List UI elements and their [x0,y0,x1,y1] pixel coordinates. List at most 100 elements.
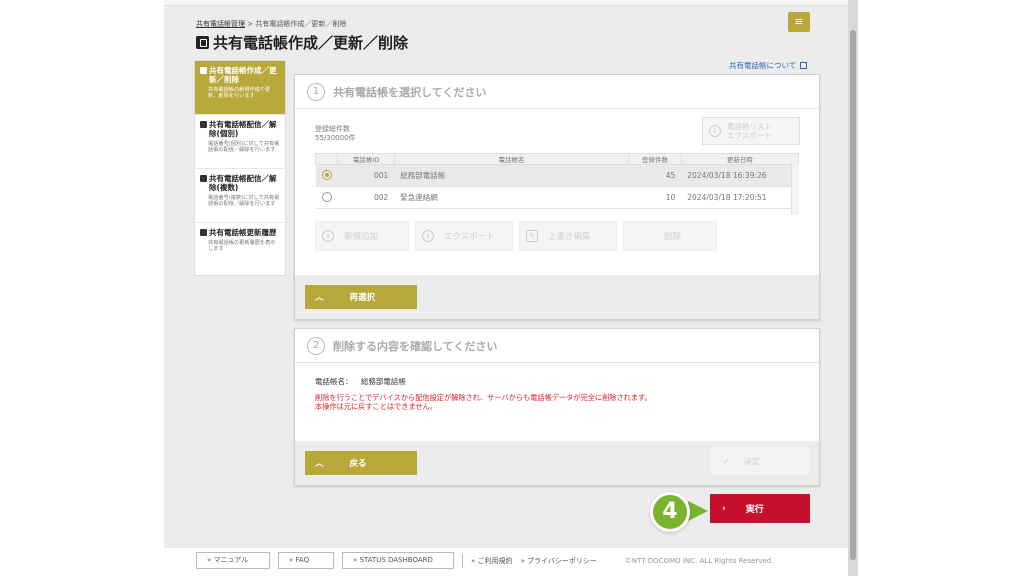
step1-header: 1 共有電話帳を選択してください [295,75,819,109]
privacy-link[interactable]: » プライバシーポリシー [521,556,597,566]
phonebook-name-value: 総務部電話帳 [360,377,406,386]
reselect-button[interactable]: ︿ 再選択 [305,285,417,309]
table-header-select [314,153,339,165]
delete-warning-line1: 削除を行うことでデバイスから配信設定が解除され、サーバからも電話帳データが完全に… [315,393,652,402]
scrollbar-thumb[interactable] [850,30,856,560]
sidebar-item-distribute-single[interactable]: 共有電話帳配信／解除(個別) 電話番号(個別)に対して共有電話帳の配信／解除を行… [195,115,285,169]
phonebook-name-label: 電話帳名： [315,377,353,386]
sidebar-item-create-update-delete[interactable]: 共有電話帳作成／更新／削除 共有電話帳の新規作成や更新、削除を行います [195,61,285,115]
step1-footer: ︿ 再選択 [295,275,819,319]
menu-button[interactable]: ≡ [788,12,810,32]
sidebar-item-desc: 共有電話帳の新規作成や更新、削除を行います [208,87,271,100]
sidebar-item-history[interactable]: 共有電話帳更新履歴 共有電話帳の更新履歴を表示します [195,223,285,277]
step-number: 2 [307,336,325,355]
export-label: エクスポート [444,232,495,242]
export-list-label-2: エクスポート [727,131,772,140]
total-count-label: 登録総件数 [315,125,350,133]
reselect-label: 再選択 [349,293,376,303]
overwrite-edit-button[interactable]: ✎ 上書き編集 [519,221,617,251]
page-title: 共有電話帳作成／更新／削除 [196,32,408,53]
chevron-up-icon: ︿ [315,293,324,303]
status-dashboard-link[interactable]: » STATUS DASHBOARD [342,552,454,569]
page-scrollbar[interactable] [848,0,858,576]
step1-card: 1 共有電話帳を選択してください 登録総件数 55/30000件 ↓ 電話帳リス… [294,74,820,320]
step2-card: 2 削除する内容を確認してください 電話帳名： 総務部電話帳 削除を行うことでデ… [294,328,820,486]
manual-label: マニュアル [213,556,249,564]
row-id: 001 [337,164,395,187]
row-count: 10 [628,186,682,209]
table-header-count: 登録件数 [628,153,682,165]
step-badge: 4 [650,492,690,532]
chevron-right-icon: › [722,503,726,514]
row-id: 002 [337,186,395,209]
total-count-value: 55/30000件 [315,134,356,142]
row-count: 45 [628,164,682,187]
about-phonebook-link[interactable]: 共有電話帳について [729,60,808,71]
table-row[interactable]: 002 緊急連絡網 10 2024/03/18 17:20:51 [315,186,799,209]
phonebook-icon [200,229,207,236]
copyright: ©NTT DOCOMO INC. ALL Rights Reserved. [624,556,774,565]
export-button[interactable]: ↓ エクスポート [415,221,513,251]
sidebar-item-distribute-multiple[interactable]: 共有電話帳配信／解除(複数) 電話番号(複数)に対して共有電話帳の配信／解除を行… [195,169,285,223]
delete-button[interactable]: 削除 [623,221,717,251]
action-buttons: + 新規追加 ↓ エクスポート ✎ 上書き編集 削除 [315,221,717,251]
breadcrumb-separator: > [245,20,256,28]
phonebook-icon [200,67,207,74]
top-bar [164,0,848,6]
delete-warning-line2: 本操作は元に戻すことはできません。 [315,402,437,411]
export-list-button[interactable]: ↓ 電話帳リスト エクスポート [702,117,800,145]
phonebook-icon [200,121,207,128]
table-row[interactable]: 001 総務部電話帳 45 2024/03/18 16:39:26 [315,164,799,187]
back-label: 戻る [349,459,367,469]
table-header-id: 電話帳ID [337,153,395,165]
app-frame: 共有電話帳管理 > 共有電話帳作成／更新／削除 ≡ 共有電話帳作成／更新／削除 … [0,0,1024,576]
terms-link[interactable]: » ご利用規約 [471,556,513,566]
row-radio[interactable] [321,169,332,180]
terms-label: ご利用規約 [477,556,513,565]
new-add-label: 新規追加 [344,232,379,242]
sidebar: 共有電話帳作成／更新／削除 共有電話帳の新規作成や更新、削除を行います 共有電話… [194,60,286,276]
step2-header: 2 削除する内容を確認してください [295,329,819,363]
export-list-label-1: 電話帳リスト [727,122,772,131]
sidebar-item-label: 共有電話帳配信／解除(複数) [209,174,277,192]
breadcrumb-current: 共有電話帳作成／更新／削除 [255,20,347,28]
status-dashboard-label: STATUS DASHBOARD [359,556,433,564]
step-number: 1 [307,82,325,101]
edit-icon: ✎ [526,230,538,242]
execute-button[interactable]: › 実行 [710,494,810,523]
table-scrollbar[interactable] [791,163,799,215]
row-name: 総務部電話帳 [394,164,629,187]
sidebar-item-label: 共有電話帳更新履歴 [209,228,277,237]
phonebook-name-line: 電話帳名： 総務部電話帳 [315,376,406,387]
download-icon: ↓ [709,125,721,137]
download-icon: ↓ [422,230,434,242]
breadcrumb: 共有電話帳管理 > 共有電話帳作成／更新／削除 [196,19,346,29]
sidebar-item-desc: 電話番号(個別)に対して共有電話帳の配信／解除を行います [208,141,280,154]
delete-label: 削除 [664,232,682,242]
sidebar-item-desc: 共有電話帳の更新履歴を表示します [208,240,276,253]
new-add-button[interactable]: + 新規追加 [315,221,409,251]
privacy-label: プライバシーポリシー [527,556,597,565]
confirm-button[interactable]: ✓ 決定 [711,447,809,475]
table-header-name: 電話帳名 [393,153,630,165]
row-radio[interactable] [321,191,332,202]
total-count: 登録総件数 55/30000件 [315,125,356,143]
footer: » マニュアル » FAQ » STATUS DASHBOARD » ご利用規約… [196,552,773,569]
phonebook-table: 電話帳ID 電話帳名 登録件数 更新日時 001 総務部電話帳 45 2024/… [314,153,800,209]
row-updated: 2024/03/18 16:39:26 [681,164,799,187]
step1-title: 共有電話帳を選択してください [333,85,487,99]
breadcrumb-link-phonebook-admin[interactable]: 共有電話帳管理 [196,20,245,28]
delete-warning: 削除を行うことでデバイスから配信設定が解除され、サーバからも電話帳データが完全に… [315,393,652,411]
faq-link[interactable]: » FAQ [278,552,334,569]
back-button[interactable]: ︿ 戻る [305,451,417,475]
row-name: 緊急連絡網 [394,186,629,209]
check-icon: ✓ [723,456,730,466]
confirm-label: 決定 [743,456,760,466]
manual-link[interactable]: » マニュアル [196,552,270,569]
sidebar-item-label: 共有電話帳配信／解除(個別) [209,120,277,138]
step2-title: 削除する内容を確認してください [333,339,498,353]
page-title-text: 共有電話帳作成／更新／削除 [213,34,409,52]
external-link-icon [800,62,808,69]
footer-divider [462,553,463,568]
chevron-up-icon: ︿ [315,459,324,469]
